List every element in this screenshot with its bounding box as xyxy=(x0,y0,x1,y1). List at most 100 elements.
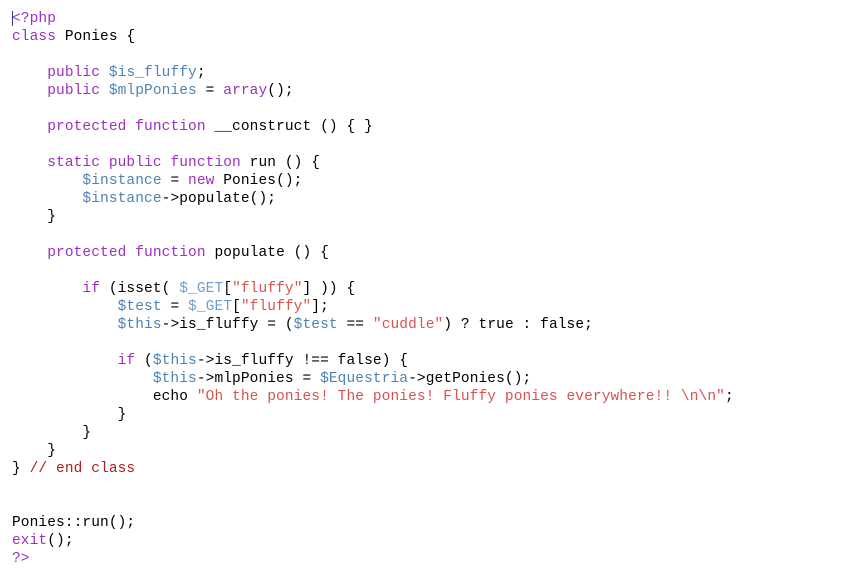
code-token-plain: (); xyxy=(47,533,74,549)
code-token-plain: ]; xyxy=(311,299,329,315)
code-line[interactable] xyxy=(12,46,842,64)
code-line[interactable]: } xyxy=(12,424,842,442)
code-line[interactable]: Ponies::run(); xyxy=(12,514,842,532)
code-line[interactable]: $this->mlpPonies = $Equestria->getPonies… xyxy=(12,370,842,388)
code-token-var: $Equestria xyxy=(320,371,409,387)
code-editor-canvas[interactable]: <?php class Ponies { public $is_fluffy; p… xyxy=(0,0,842,577)
code-token-var: $instance xyxy=(82,173,162,189)
code-token-str: "fluffy" xyxy=(232,281,303,297)
code-token-var: $this xyxy=(152,371,197,387)
code-line[interactable]: <?php xyxy=(12,10,842,28)
code-line[interactable]: $instance = new Ponies(); xyxy=(12,172,842,190)
code-token-plain: ; xyxy=(724,389,734,405)
code-line[interactable]: static public function run () { xyxy=(12,154,842,172)
code-token-var: $this xyxy=(152,353,197,369)
code-token-kw: exit xyxy=(12,533,48,549)
code-line[interactable] xyxy=(12,262,842,280)
code-token-str: "cuddle" xyxy=(372,317,444,333)
code-line[interactable]: $this->is_fluffy = ($test == "cuddle") ?… xyxy=(12,316,842,334)
code-line[interactable]: public $is_fluffy; xyxy=(12,64,842,82)
code-token-plain: echo xyxy=(152,389,197,405)
code-line[interactable] xyxy=(12,226,842,244)
code-token-plain: Ponies { xyxy=(56,29,136,45)
code-token-kw: class xyxy=(12,29,57,45)
code-line[interactable]: $test = $_GET["fluffy"]; xyxy=(12,298,842,316)
code-line[interactable]: } xyxy=(12,442,842,460)
code-token-plain: = xyxy=(196,83,224,99)
code-token-plain: ->getPonies(); xyxy=(408,371,532,387)
code-token-plain: run () { xyxy=(240,155,321,171)
code-token-plain: (isset( xyxy=(100,281,180,297)
code-token-plain: ->is_fluffy !== false) { xyxy=(196,353,409,369)
code-token-kw: new xyxy=(188,173,215,189)
code-token-kw: if xyxy=(82,281,101,297)
code-line[interactable] xyxy=(12,136,842,154)
code-token-plain: } xyxy=(47,209,57,225)
code-line[interactable] xyxy=(12,334,842,352)
code-token-plain: ; xyxy=(196,65,206,81)
code-token-plain: == xyxy=(337,317,373,333)
code-token-plain: ->mlpPonies = xyxy=(196,371,321,387)
code-token-plain: } xyxy=(82,425,92,441)
code-line-list: <?php class Ponies { public $is_fluffy; p… xyxy=(12,10,842,568)
code-token-plain: ->populate(); xyxy=(161,191,277,207)
code-line[interactable]: } xyxy=(12,208,842,226)
code-token-kw: protected function xyxy=(47,245,206,261)
code-token-tag: <?php xyxy=(12,11,57,27)
code-token-var: $instance xyxy=(82,191,162,207)
code-line[interactable]: echo "Oh the ponies! The ponies! Fluffy … xyxy=(12,388,842,406)
code-line[interactable] xyxy=(12,478,842,496)
code-token-plain: = xyxy=(161,299,189,315)
code-token-var: $is_fluffy xyxy=(108,65,197,81)
code-token-var: $mlpPonies xyxy=(108,83,197,99)
code-token-plain: } xyxy=(117,407,127,423)
code-token-svar: $_GET xyxy=(188,299,233,315)
code-token-str: "Oh the ponies! The ponies! Fluffy ponie… xyxy=(196,389,725,405)
code-line[interactable]: } // end class xyxy=(12,460,842,478)
code-line[interactable]: $instance->populate(); xyxy=(12,190,842,208)
code-token-svar: $_GET xyxy=(179,281,224,297)
code-token-com: // end class xyxy=(29,461,136,477)
code-line[interactable]: exit(); xyxy=(12,532,842,550)
code-token-plain: Ponies(); xyxy=(214,173,303,189)
code-token-var: $test xyxy=(293,317,338,333)
code-line[interactable]: public $mlpPonies = array(); xyxy=(12,82,842,100)
code-line[interactable]: class Ponies { xyxy=(12,28,842,46)
code-line[interactable] xyxy=(12,100,842,118)
code-token-plain: ] )) { xyxy=(302,281,356,297)
code-line[interactable]: protected function __construct () { } xyxy=(12,118,842,136)
code-token-kw: public xyxy=(47,83,101,99)
code-line[interactable]: protected function populate () { xyxy=(12,244,842,262)
code-token-kw: protected function xyxy=(47,119,206,135)
code-token-kw: if xyxy=(117,353,136,369)
code-token-plain: [ xyxy=(223,281,233,297)
code-line[interactable]: if (isset( $_GET["fluffy"] )) { xyxy=(12,280,842,298)
code-token-kw: public xyxy=(47,65,101,81)
code-token-plain: ) ? true : false; xyxy=(443,317,593,333)
code-line[interactable]: } xyxy=(12,406,842,424)
code-line[interactable]: if ($this->is_fluffy !== false) { xyxy=(12,352,842,370)
code-token-plain: } xyxy=(12,461,30,477)
code-token-plain: ->is_fluffy = ( xyxy=(161,317,294,333)
code-token-plain: = xyxy=(161,173,189,189)
code-line[interactable] xyxy=(12,496,842,514)
code-token-plain: [ xyxy=(232,299,241,315)
code-line[interactable]: ?> xyxy=(12,550,842,568)
text-caret xyxy=(12,11,13,26)
